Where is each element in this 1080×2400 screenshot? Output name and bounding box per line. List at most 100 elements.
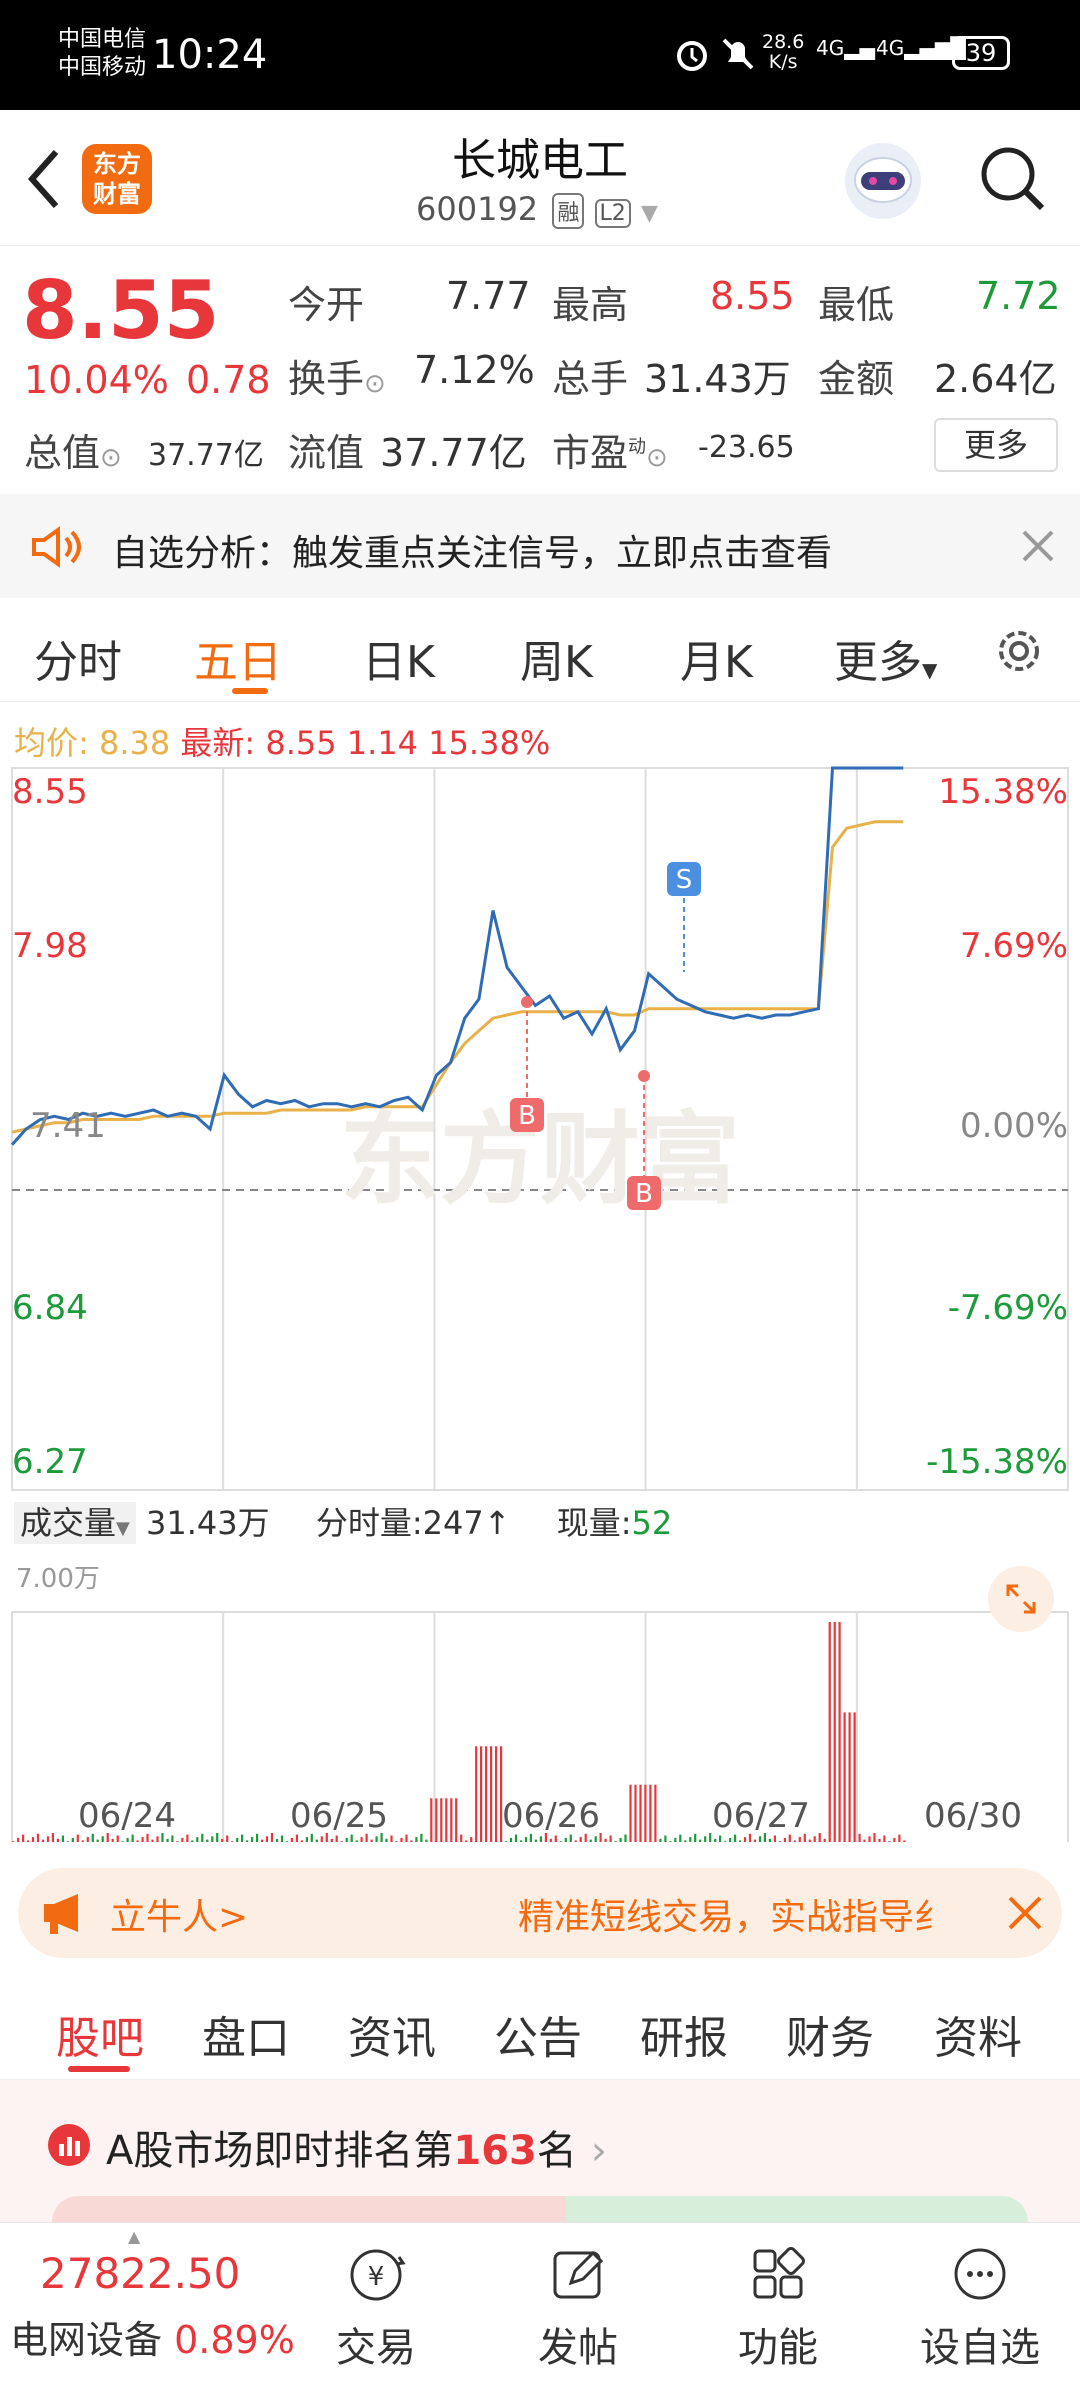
trade-button[interactable]: ¥ 交易 xyxy=(306,2243,446,2373)
volume-bar xyxy=(495,1746,498,1842)
five-day-chart[interactable]: 均价: 8.38 最新: 8.55 1.14 15.38% 东方财富 B B S… xyxy=(0,702,1080,1852)
latest-change: 1.14 xyxy=(346,724,419,762)
tab-announcements[interactable]: 公告 xyxy=(494,2002,582,2066)
active-subtab-indicator xyxy=(68,2066,130,2072)
tab-finance[interactable]: 财务 xyxy=(786,2002,874,2066)
content-tabs: 股吧 盘口 资讯 公告 研报 财务 资料 xyxy=(0,1976,1080,2080)
volume-bar xyxy=(519,1840,523,1842)
latest-pct: 15.38% xyxy=(428,724,551,762)
volume-total: 31.43万 xyxy=(146,1504,270,1542)
alert-banner[interactable]: 自选分析：触发重点关注信号，立即点击查看 xyxy=(0,494,1080,598)
volume-bar xyxy=(141,1837,144,1842)
gear-icon[interactable] xyxy=(990,622,1048,680)
volume-bar xyxy=(619,1837,622,1842)
float-value: 37.77亿 xyxy=(380,431,527,475)
high-value: 8.55 xyxy=(710,274,795,318)
status-bar: 中国电信 中国移动 10:24 28.6 K/s 4G▂▄ 4G▂▄▆█ 39 xyxy=(0,0,1080,110)
close-icon[interactable] xyxy=(1018,526,1058,566)
volume-bar xyxy=(534,1839,537,1842)
volume-bar xyxy=(12,1841,15,1842)
volume-value: 31.43万 xyxy=(644,357,791,401)
battery-icon: 39 xyxy=(952,36,1010,70)
volume-bar xyxy=(196,1837,199,1842)
tab-daily-k[interactable]: 日K xyxy=(362,626,435,690)
volume-bar xyxy=(181,1837,184,1842)
tab-orderbook[interactable]: 盘口 xyxy=(202,2002,290,2066)
volume-bar xyxy=(420,1833,423,1842)
volume-bar xyxy=(191,1840,194,1842)
volume-header: 成交量▼ 31.43万 分时量:247↑ 现量:52 xyxy=(14,1498,672,1544)
volume-label: 总手 xyxy=(552,357,629,401)
more-button[interactable]: 更多 xyxy=(934,418,1058,472)
volume-bar xyxy=(579,1837,582,1842)
pe-value: -23.65 xyxy=(698,430,795,465)
volume-bar xyxy=(246,1840,249,1842)
price-chart-svg: 东方财富 B B S xyxy=(10,766,1069,1842)
y-right-3: -7.69% xyxy=(947,1288,1068,1328)
add-watchlist-button[interactable]: 设自选 xyxy=(910,2243,1050,2373)
caret-up-icon: ▲ xyxy=(128,2227,141,2246)
sector-row[interactable]: 电网设备 0.89% xyxy=(10,2309,295,2364)
volume-bar xyxy=(793,1840,796,1842)
y-right-bottom: -15.38% xyxy=(926,1442,1068,1482)
volume-bar xyxy=(86,1837,89,1842)
info-icon[interactable]: ⊙ xyxy=(100,443,122,473)
robot-avatar-icon[interactable] xyxy=(842,140,924,222)
market-rank-card[interactable]: A股市场即时排名第163名 › xyxy=(0,2080,1080,2222)
volume-bar xyxy=(335,1835,338,1842)
volume-bar xyxy=(360,1837,363,1842)
tab-more[interactable]: 更多▼ xyxy=(834,626,937,690)
tab-monthly-k[interactable]: 月K xyxy=(680,626,753,690)
sell-marker-label: S xyxy=(676,865,693,895)
tab-forum[interactable]: 股吧 xyxy=(56,2002,144,2066)
volume-bar xyxy=(71,1837,74,1842)
tab-weekly-k[interactable]: 周K xyxy=(520,626,593,690)
chevron-down-icon[interactable]: ▼ xyxy=(641,201,658,226)
tab-news[interactable]: 资讯 xyxy=(348,2002,436,2066)
close-icon[interactable] xyxy=(1006,1894,1044,1932)
promo-banner[interactable]: 立牛人> 精准短线交易，实战指导纟 xyxy=(18,1868,1062,1958)
clock: 10:24 xyxy=(152,32,268,78)
info-icon[interactable]: ⊙ xyxy=(364,369,386,399)
volume-bar xyxy=(151,1839,154,1842)
volume-bar xyxy=(893,1837,896,1842)
mute-icon xyxy=(718,34,758,74)
info-icon[interactable]: ⊙ xyxy=(646,443,668,473)
expand-icon[interactable] xyxy=(988,1566,1054,1632)
search-icon[interactable] xyxy=(978,144,1048,214)
volume-bar xyxy=(594,1836,597,1842)
price-line xyxy=(10,766,904,1146)
volume-bar xyxy=(679,1834,682,1842)
volume-bar xyxy=(390,1835,393,1842)
volume-selector[interactable]: 成交量▼ xyxy=(14,1502,136,1544)
volume-bar xyxy=(853,1712,856,1842)
tab-profile[interactable]: 资料 xyxy=(934,2002,1022,2066)
x-date-3: 06/26 xyxy=(502,1796,600,1836)
x-date-4: 06/27 xyxy=(712,1796,810,1836)
latest-price: 8.55 xyxy=(265,724,337,762)
volume-bar xyxy=(81,1840,84,1842)
volume-bar xyxy=(848,1712,851,1842)
tick-volume-label: 分时量: xyxy=(315,1504,423,1542)
tab-five-day[interactable]: 五日 xyxy=(194,626,282,690)
volume-bar xyxy=(485,1746,488,1842)
volume-bar xyxy=(709,1833,712,1842)
volume-bar xyxy=(270,1833,274,1842)
sector-pct: 0.89% xyxy=(174,2318,295,2362)
amount-value: 2.64亿 xyxy=(934,357,1057,401)
volume-bar xyxy=(664,1835,667,1842)
tab-research[interactable]: 研报 xyxy=(640,2002,728,2066)
function-button[interactable]: 功能 xyxy=(708,2243,848,2373)
x-date-1: 06/24 xyxy=(78,1796,176,1836)
volume-bar xyxy=(111,1838,114,1842)
volume-bar xyxy=(275,1838,279,1842)
volume-bar xyxy=(201,1833,204,1842)
buy-marker-label-2: B xyxy=(635,1179,653,1209)
tab-intraday[interactable]: 分时 xyxy=(34,626,122,690)
post-button[interactable]: 发帖 xyxy=(508,2243,648,2373)
index-value[interactable]: 27822.50 xyxy=(40,2249,240,2298)
tick-volume-value: 247 xyxy=(422,1504,484,1542)
volume-bar xyxy=(280,1835,284,1842)
volume-bar xyxy=(654,1784,657,1842)
volume-bar xyxy=(813,1836,816,1842)
